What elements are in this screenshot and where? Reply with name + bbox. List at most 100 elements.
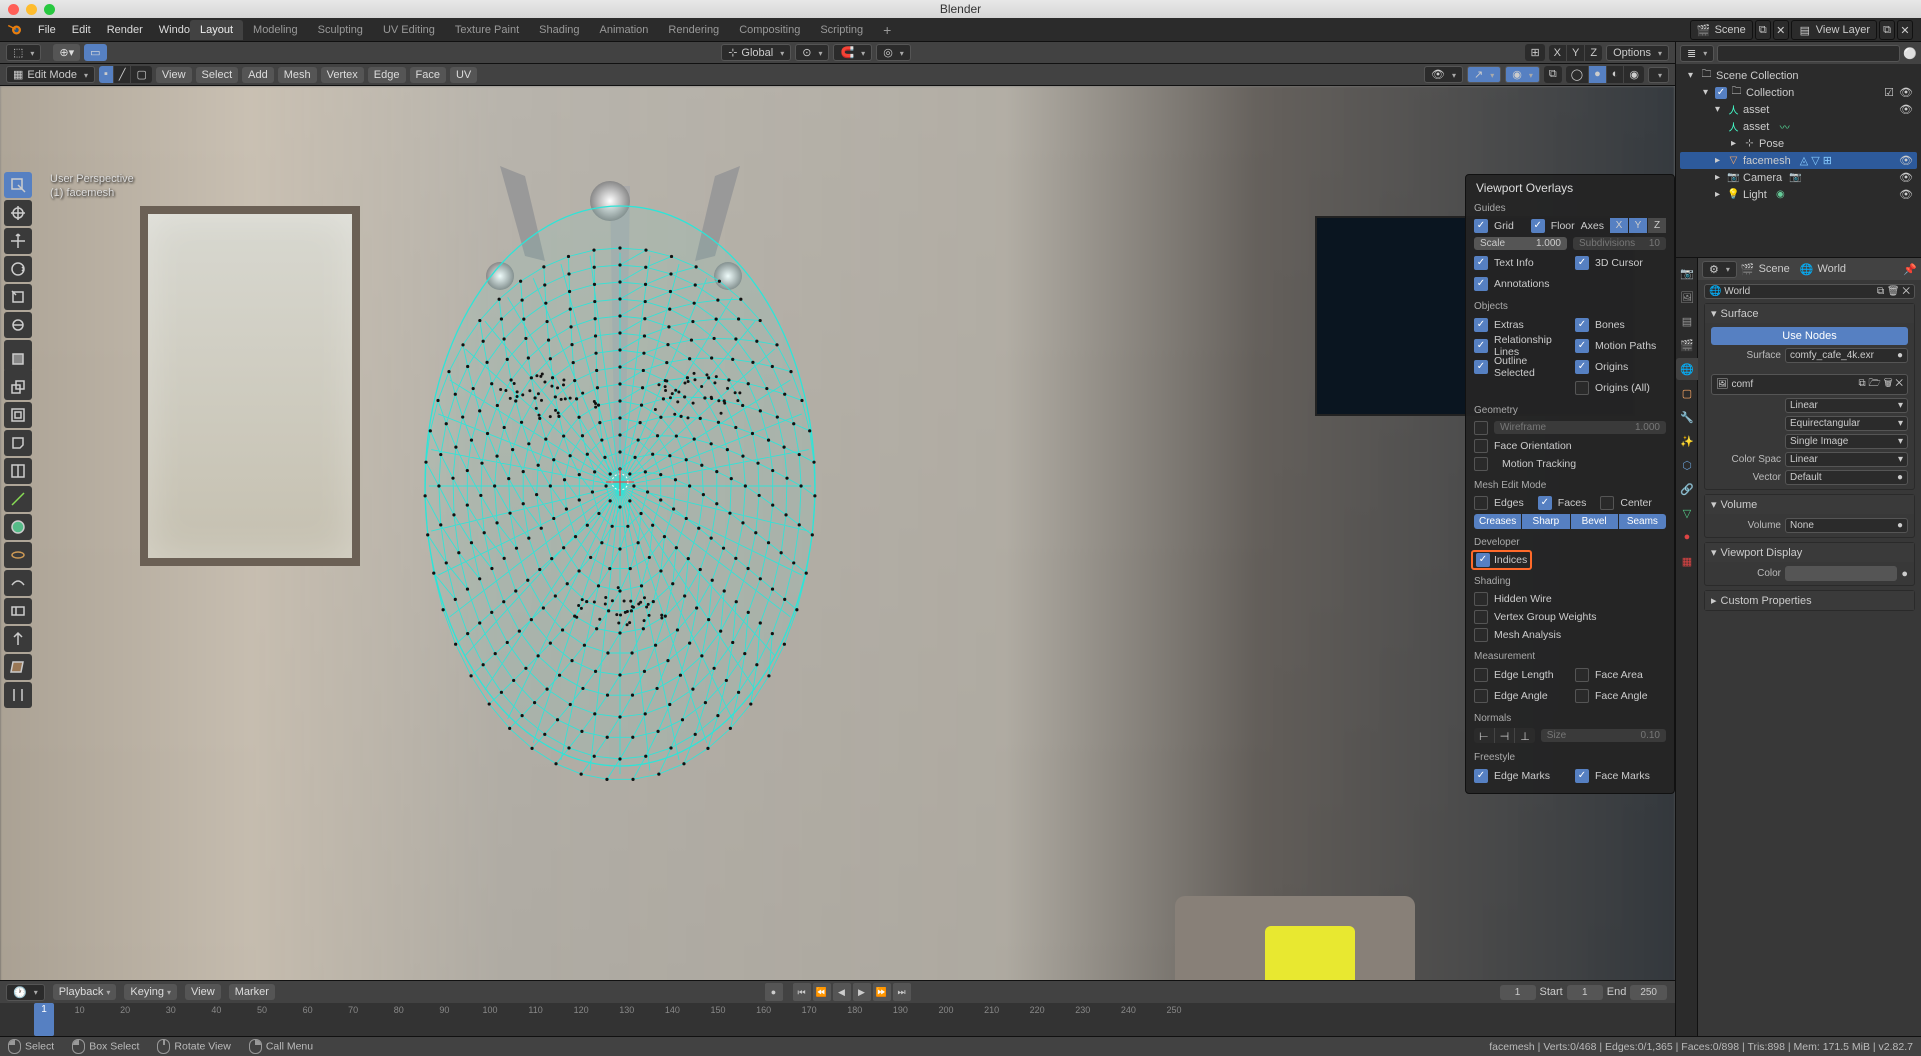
check-farea[interactable]	[1575, 668, 1589, 682]
tl-keying[interactable]: Keying	[124, 984, 177, 1000]
maximize-window-icon[interactable]	[44, 4, 55, 15]
axis-x-toggle[interactable]: X	[1610, 218, 1628, 233]
tab-render[interactable]: 📷	[1676, 262, 1698, 284]
tab-output[interactable]: 🖼	[1676, 286, 1698, 308]
tool-scale[interactable]	[4, 284, 32, 310]
jump-end-button[interactable]: ⏭	[893, 983, 911, 1001]
out-asset[interactable]: ▾人asset👁	[1680, 101, 1917, 118]
props-editor-type[interactable]: ⚙	[1702, 261, 1737, 278]
outliner-mode[interactable]: ≣	[1680, 45, 1714, 62]
check-extras[interactable]	[1474, 318, 1488, 332]
facemesh-object[interactable]	[410, 166, 830, 786]
check-bones[interactable]	[1575, 318, 1589, 332]
check-motion[interactable]	[1575, 339, 1589, 353]
outliner-tree[interactable]: ▾🗀Scene Collection ▾🗀Collection☑👁 ▾人asse…	[1676, 64, 1921, 206]
orientation-dropdown[interactable]: ⊹Global	[721, 44, 791, 61]
menu-view[interactable]: View	[156, 67, 192, 83]
tool-polybuild[interactable]	[4, 514, 32, 540]
shading-solid[interactable]: ●	[1589, 66, 1607, 83]
shading-dropdown[interactable]	[1648, 67, 1669, 83]
tab-modifiers[interactable]: 🔧	[1676, 406, 1698, 428]
mode-dropdown[interactable]: ▦Edit Mode	[6, 66, 95, 83]
check-indices[interactable]	[1476, 553, 1490, 567]
face-select-mode[interactable]: ▢	[131, 66, 151, 83]
world-datablock[interactable]: 🌐 World⧉ 🗑 ✕	[1704, 284, 1915, 299]
menu-edge[interactable]: Edge	[368, 67, 406, 83]
play-button[interactable]: ▶	[853, 983, 871, 1001]
check-wireframe[interactable]	[1474, 421, 1488, 435]
snap-cursor-button[interactable]: ⊕▾	[53, 44, 80, 61]
btn-seams[interactable]: Seams	[1619, 514, 1666, 529]
tl-view[interactable]: View	[185, 984, 221, 1000]
prev-key-button[interactable]: ⏪	[813, 983, 831, 1001]
volume-value[interactable]: None●	[1785, 518, 1908, 533]
timeline-ruler[interactable]: 1 10203040506070809010011012013014015016…	[0, 1003, 1675, 1036]
menu-file[interactable]: File	[30, 20, 64, 40]
normal-split[interactable]: ⊣	[1495, 728, 1516, 743]
workspace-animation[interactable]: Animation	[590, 20, 659, 40]
overlays-dropdown[interactable]: ◉	[1505, 66, 1540, 83]
out-pose[interactable]: ▸⊹Pose	[1680, 135, 1917, 152]
out-asset-child[interactable]: 人asset〰	[1680, 118, 1917, 135]
edge-select-mode[interactable]: ╱	[114, 66, 132, 83]
use-nodes-button[interactable]: Use Nodes	[1711, 327, 1908, 345]
panel-vd-header[interactable]: ▾Viewport Display	[1705, 543, 1914, 562]
delete-scene-button[interactable]: ✕	[1773, 20, 1789, 40]
jump-start-button[interactable]: ⏮	[793, 983, 811, 1001]
check-mesha[interactable]	[1474, 628, 1488, 642]
tool-shear[interactable]	[4, 654, 32, 680]
tool-spin[interactable]	[4, 542, 32, 568]
tab-data[interactable]: ▽	[1676, 502, 1698, 524]
menu-add[interactable]: Add	[242, 67, 274, 83]
tab-world[interactable]: 🌐	[1676, 358, 1698, 380]
scene-selector[interactable]: 🎬Scene	[1690, 20, 1753, 40]
tool-loopcut[interactable]	[4, 458, 32, 484]
workspace-scripting[interactable]: Scripting	[810, 20, 873, 40]
field-normal-size[interactable]: Size0.10	[1541, 729, 1666, 742]
check-center[interactable]	[1600, 496, 1614, 510]
workspace-shading[interactable]: Shading	[529, 20, 589, 40]
axis-y-toggle[interactable]: Y	[1629, 218, 1647, 233]
workspace-texpaint[interactable]: Texture Paint	[445, 20, 529, 40]
tool-rip[interactable]	[4, 682, 32, 708]
tab-texture[interactable]: ▦	[1676, 550, 1698, 572]
workspace-modeling[interactable]: Modeling	[243, 20, 308, 40]
workspace-sculpting[interactable]: Sculpting	[308, 20, 373, 40]
check-edges[interactable]	[1474, 496, 1488, 510]
normal-vertex[interactable]: ⊢	[1474, 728, 1495, 743]
interp-dropdown[interactable]: Linear▾	[1785, 398, 1908, 413]
tool-select-box[interactable]	[4, 172, 32, 198]
axis-x[interactable]: X	[1549, 45, 1567, 61]
workspace-layout[interactable]: Layout	[190, 20, 243, 40]
colorspace-dropdown[interactable]: Linear▾	[1785, 452, 1908, 467]
axis-y[interactable]: Y	[1567, 45, 1585, 61]
field-wireframe[interactable]: Wireframe1.000	[1494, 421, 1666, 434]
shading-rendered[interactable]: ◉	[1624, 66, 1644, 83]
play-reverse-button[interactable]: ◀	[833, 983, 851, 1001]
menu-uv[interactable]: UV	[450, 67, 477, 83]
select-tool-button[interactable]: ▭	[84, 44, 106, 61]
check-origins-all[interactable]	[1575, 381, 1589, 395]
check-fang[interactable]	[1575, 689, 1589, 703]
check-vgw[interactable]	[1474, 610, 1488, 624]
check-outline[interactable]	[1474, 360, 1488, 374]
minimize-window-icon[interactable]	[26, 4, 37, 15]
eye-icon[interactable]: 👁	[1899, 154, 1913, 167]
end-frame[interactable]: 250	[1630, 985, 1667, 1000]
menu-render[interactable]: Render	[99, 20, 151, 40]
check-elen[interactable]	[1474, 668, 1488, 682]
vector-dropdown[interactable]: Default●	[1785, 470, 1908, 485]
btn-bevel[interactable]: Bevel	[1571, 514, 1618, 529]
tool-shrink[interactable]	[4, 626, 32, 652]
out-camera[interactable]: ▸📷Camera📷👁	[1680, 169, 1917, 186]
out-scene-collection[interactable]: ▾🗀Scene Collection	[1680, 67, 1917, 84]
tool-move[interactable]	[4, 228, 32, 254]
playhead[interactable]: 1	[34, 1003, 54, 1036]
editor-type-dropdown[interactable]: ⬚	[6, 44, 41, 61]
check-3dcursor[interactable]	[1575, 256, 1589, 270]
check-rel[interactable]	[1474, 339, 1488, 353]
eye-icon[interactable]: 👁	[1899, 171, 1913, 184]
check-emarks[interactable]	[1474, 769, 1488, 783]
options-dropdown[interactable]: Options	[1606, 45, 1669, 61]
tool-bevel[interactable]	[4, 430, 32, 456]
